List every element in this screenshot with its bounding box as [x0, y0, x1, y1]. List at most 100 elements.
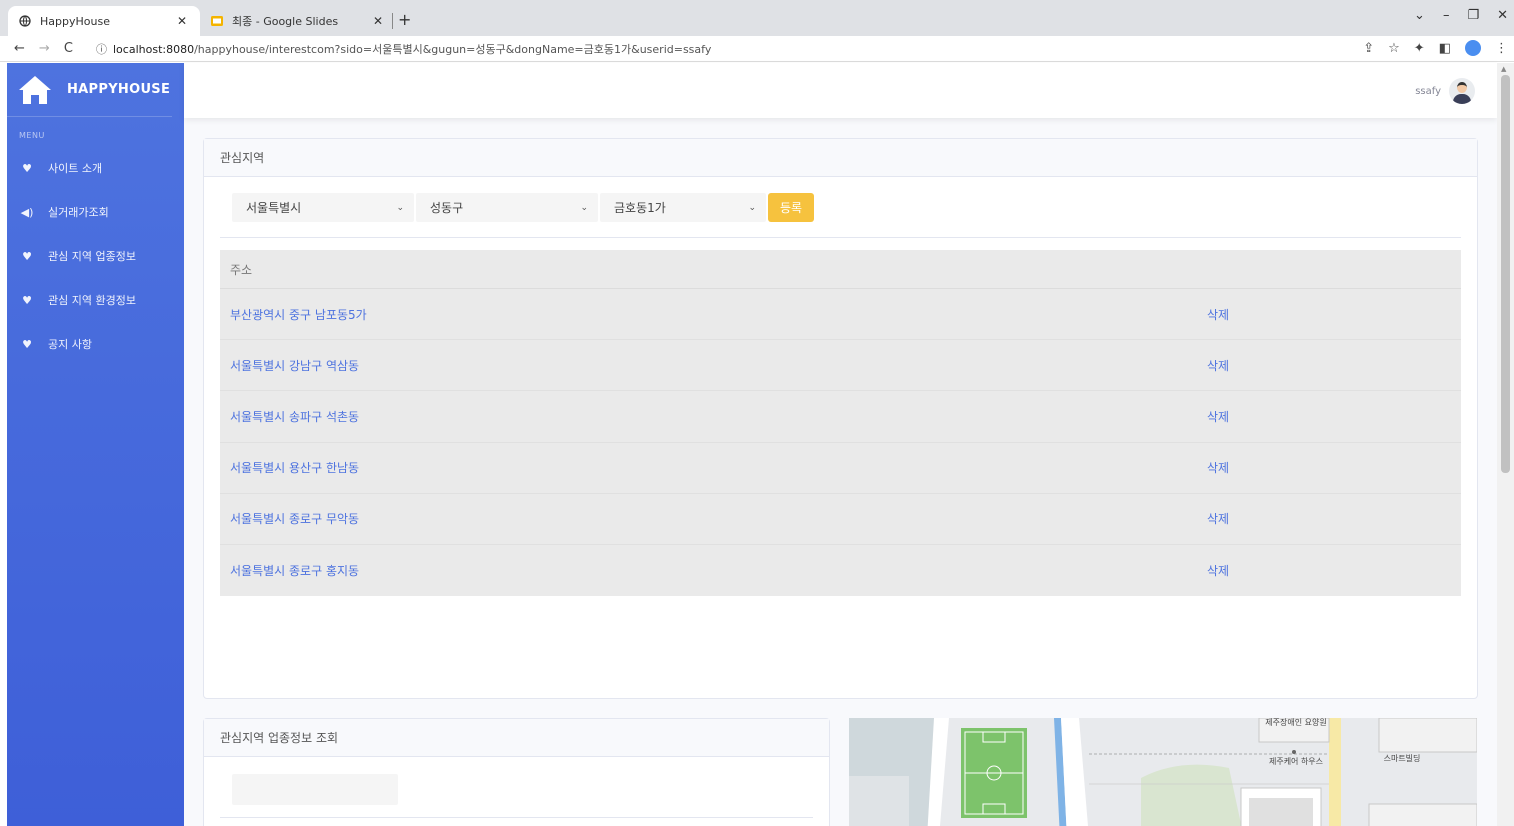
divider	[220, 237, 1461, 238]
delete-link[interactable]: 삭제	[1207, 510, 1229, 527]
table-row: 서울특별시 용산구 한남동 삭제	[220, 443, 1461, 494]
heart-icon: ♥	[22, 161, 32, 175]
topbar: ssafy	[184, 63, 1497, 118]
sido-select[interactable]: 서울특별시 ⌄	[232, 193, 414, 222]
interest-area-card: 관심지역 서울특별시 ⌄ 성동구 ⌄ 금호동1가 ⌄ 등록 주소 부산광역시 중…	[203, 138, 1478, 699]
sidebar-item-label: 사이트 소개	[48, 162, 103, 175]
tab-separator	[392, 13, 393, 29]
sidebar-item-label: 공지 사항	[48, 338, 92, 351]
map-label: 제주케어 하우스	[1269, 756, 1323, 766]
extensions-icon[interactable]: ✦	[1414, 41, 1425, 56]
scroll-thumb[interactable]	[1501, 75, 1510, 473]
table-header: 주소	[220, 250, 1461, 289]
interest-table: 주소 부산광역시 중구 남포동5가 삭제 서울특별시 강남구 역삼동 삭제 서울…	[220, 250, 1461, 596]
url-host: localhost:8080	[113, 42, 195, 56]
main-content: ssafy 관심지역 서울특별시 ⌄ 성동구 ⌄ 금호동1가 ⌄ 등록 주소 부…	[184, 63, 1497, 826]
table-row: 서울특별시 강남구 역삼동 삭제	[220, 340, 1461, 392]
browser-tab-bar: HappyHouse ✕ 최종 - Google Slides ✕ + ⌄ – …	[0, 0, 1514, 36]
address-link[interactable]: 부산광역시 중구 남포동5가	[220, 306, 1207, 323]
brand[interactable]: HAPPYHOUSE	[7, 63, 172, 117]
kebab-menu-icon[interactable]: ⋮	[1495, 41, 1508, 56]
chevron-down-icon: ⌄	[580, 202, 588, 213]
address-link[interactable]: 서울특별시 종로구 무악동	[220, 510, 1207, 527]
tab-happyhouse[interactable]: HappyHouse ✕	[8, 6, 200, 36]
chevron-down-icon: ⌄	[396, 202, 404, 213]
scroll-up-icon[interactable]: ▲	[1501, 65, 1506, 73]
share-icon[interactable]: ⇪	[1363, 41, 1374, 56]
profile-icon[interactable]	[1465, 40, 1481, 56]
sidebar-item-label: 관심 지역 환경정보	[48, 294, 136, 307]
card-title: 관심지역 업종정보 조회	[204, 719, 829, 757]
business-select[interactable]	[232, 774, 398, 805]
url-field[interactable]: ⓘ localhost:8080/happyhouse/interestcom?…	[96, 39, 1374, 59]
card-title: 관심지역	[204, 139, 1477, 177]
restore-icon[interactable]: ❐	[1467, 8, 1479, 23]
delete-link[interactable]: 삭제	[1207, 562, 1229, 579]
heart-icon: ♥	[22, 293, 32, 307]
sido-value: 서울특별시	[246, 201, 302, 215]
region-selectors: 서울특별시 ⌄ 성동구 ⌄ 금호동1가 ⌄ 등록	[232, 193, 814, 222]
new-tab-button[interactable]: +	[398, 10, 411, 29]
sidebar-item-notice[interactable]: ♥ 공지 사항	[7, 322, 184, 366]
map-label: 제주장애인 요양원	[1265, 718, 1326, 727]
sidebar-item-label: 실거래가조회	[48, 206, 109, 219]
gugun-select[interactable]: 성동구 ⌄	[416, 193, 598, 222]
address-link[interactable]: 서울특별시 종로구 홍지동	[220, 562, 1207, 579]
tab-google-slides[interactable]: 최종 - Google Slides ✕	[200, 6, 396, 36]
table-row: 서울특별시 종로구 무악동 삭제	[220, 494, 1461, 545]
sidebar-item-environment-info[interactable]: ♥ 관심 지역 환경정보	[7, 278, 184, 322]
heart-icon: ♥	[22, 249, 32, 263]
sidebar-item-price-lookup[interactable]: ◀) 실거래가조회	[7, 190, 184, 234]
map-label: 스마트빌딩	[1384, 753, 1421, 763]
avatar[interactable]	[1449, 78, 1475, 104]
tab-label: 최종 - Google Slides	[232, 15, 339, 28]
sidebar: HAPPYHOUSE MENU ♥ 사이트 소개 ◀) 실거래가조회 ♥ 관심 …	[7, 63, 184, 826]
house-icon	[19, 75, 51, 104]
url-path: /happyhouse/interestcom?sido=서울특별시&gugun…	[194, 43, 712, 56]
map-canvas: 제주장애인 요양원 제주케어 하우스 스마트빌딩	[849, 718, 1477, 826]
globe-icon	[18, 14, 32, 28]
address-link[interactable]: 서울특별시 송파구 석촌동	[220, 408, 1207, 425]
address-link[interactable]: 서울특별시 강남구 역삼동	[220, 357, 1207, 374]
minimize-icon[interactable]: –	[1443, 8, 1450, 23]
gugun-value: 성동구	[430, 201, 464, 215]
window-controls: ⌄ – ❐ ✕	[1414, 8, 1508, 23]
chevron-down-icon[interactable]: ⌄	[1414, 8, 1425, 23]
address-link[interactable]: 서울특별시 용산구 한남동	[220, 459, 1207, 476]
close-icon[interactable]: ✕	[174, 14, 190, 28]
sidebar-item-business-info[interactable]: ♥ 관심 지역 업종정보	[7, 234, 184, 278]
business-info-card: 관심지역 업종정보 조회	[203, 718, 830, 826]
tab-label: HappyHouse	[40, 14, 110, 28]
brand-title: HAPPYHOUSE	[67, 82, 171, 97]
sidepanel-icon[interactable]: ◧	[1439, 41, 1451, 56]
table-row: 서울특별시 종로구 홍지동 삭제	[220, 545, 1461, 596]
register-button[interactable]: 등록	[768, 193, 814, 222]
sidebar-item-site-intro[interactable]: ♥ 사이트 소개	[7, 146, 184, 190]
username: ssafy	[1415, 85, 1441, 97]
divider	[220, 817, 813, 818]
sidebar-item-label: 관심 지역 업종정보	[48, 250, 136, 263]
map-view[interactable]: 제주장애인 요양원 제주케어 하우스 스마트빌딩	[849, 718, 1477, 826]
page-scrollbar[interactable]: ▲	[1497, 63, 1514, 826]
info-icon[interactable]: ⓘ	[96, 41, 107, 57]
dong-value: 금호동1가	[614, 201, 666, 215]
menu-heading: MENU	[19, 131, 45, 140]
back-icon[interactable]: ←	[14, 41, 25, 56]
slides-icon	[210, 14, 224, 28]
delete-link[interactable]: 삭제	[1207, 459, 1229, 476]
delete-link[interactable]: 삭제	[1207, 408, 1229, 425]
forward-icon[interactable]: →	[39, 41, 50, 56]
chevron-down-icon: ⌄	[748, 202, 756, 213]
close-icon[interactable]: ✕	[370, 14, 386, 28]
delete-link[interactable]: 삭제	[1207, 306, 1229, 323]
user-menu[interactable]: ssafy	[1415, 78, 1475, 104]
table-row: 부산광역시 중구 남포동5가 삭제	[220, 289, 1461, 341]
dong-select[interactable]: 금호동1가 ⌄	[600, 193, 766, 222]
heart-icon: ♥	[22, 337, 32, 351]
browser-actions: ⇪ ☆ ✦ ◧ ⋮	[1363, 40, 1508, 56]
close-window-icon[interactable]: ✕	[1497, 8, 1508, 23]
star-icon[interactable]: ☆	[1388, 41, 1400, 56]
delete-link[interactable]: 삭제	[1207, 357, 1229, 374]
volume-icon: ◀)	[20, 205, 34, 219]
reload-icon[interactable]: C	[64, 41, 73, 56]
